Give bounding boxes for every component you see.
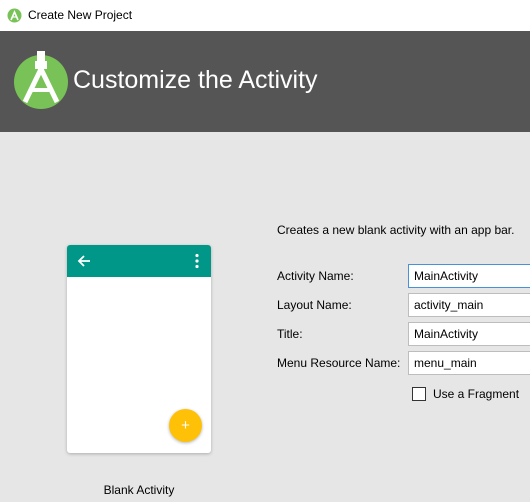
preview-app-bar (67, 245, 211, 277)
use-fragment-label: Use a Fragment (433, 387, 520, 401)
menu-resource-name-label: Menu Resource Name: (277, 356, 401, 370)
activity-name-label: Activity Name: (277, 269, 354, 283)
layout-name-field[interactable] (408, 293, 530, 317)
use-fragment-checkbox[interactable] (412, 387, 426, 401)
header-banner: Customize the Activity (0, 31, 530, 132)
page-title: Customize the Activity (73, 66, 318, 94)
layout-name-row: Layout Name: (277, 293, 530, 317)
activity-preview-card[interactable]: + (67, 245, 211, 453)
title-label: Title: (277, 327, 303, 341)
use-fragment-option[interactable]: Use a Fragment (412, 385, 530, 403)
title-field[interactable] (408, 322, 530, 346)
window-title: Create New Project (28, 8, 133, 22)
layout-name-label: Layout Name: (277, 298, 352, 312)
title-row: Title: (277, 322, 530, 346)
menu-resource-name-field[interactable] (408, 351, 530, 375)
android-studio-logo-icon (14, 51, 68, 109)
overflow-menu-icon (195, 253, 199, 269)
template-description: Creates a new blank activity with an app… (277, 223, 515, 237)
template-name-label: Blank Activity (103, 483, 175, 497)
content-area: + Blank Activity Creates a new blank act… (0, 132, 530, 502)
window-titlebar: Create New Project (0, 0, 530, 31)
floating-action-button-icon: + (169, 409, 202, 442)
activity-name-field[interactable] (408, 264, 530, 288)
back-arrow-icon (77, 255, 90, 267)
activity-name-row: Activity Name: (277, 264, 530, 288)
menu-resource-name-row: Menu Resource Name: (277, 351, 530, 375)
android-studio-icon (7, 8, 22, 23)
